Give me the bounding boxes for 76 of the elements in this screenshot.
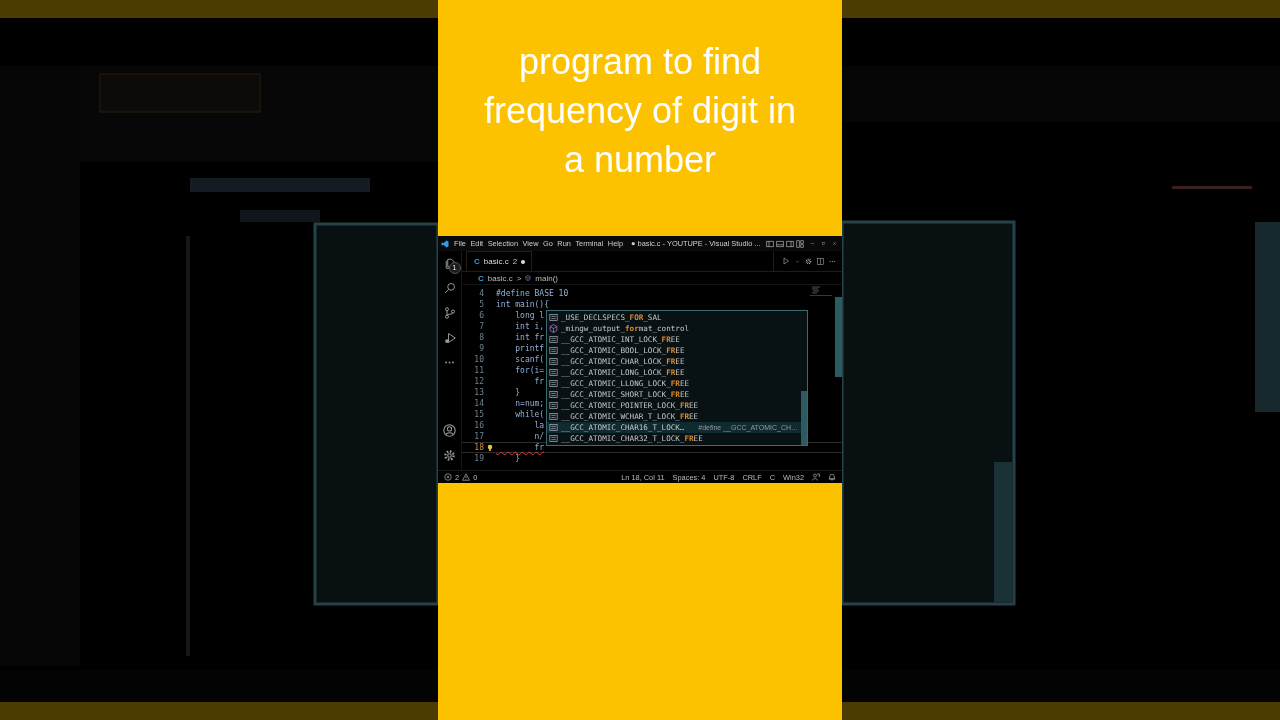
cube-icon [525, 275, 532, 281]
constant-icon [549, 368, 558, 377]
line-number: 10 [473, 355, 484, 364]
code-line: #define BASE 10 [496, 289, 569, 298]
account-icon[interactable] [443, 424, 456, 437]
constant-icon [549, 357, 558, 366]
warning-icon[interactable] [462, 473, 471, 481]
constant-icon [549, 313, 558, 322]
breadcrumb-item[interactable]: basic.c [487, 273, 513, 283]
line-number: 18 [473, 443, 484, 452]
branch-icon[interactable] [443, 307, 456, 319]
notification-badge: 1 [448, 262, 461, 274]
line-number: 6 [478, 311, 484, 320]
split-editor-icon[interactable] [817, 257, 824, 265]
panel-bottom-icon[interactable] [775, 239, 784, 248]
close-icon[interactable] [831, 241, 837, 246]
file-type-label: C [474, 257, 480, 266]
constant-icon [549, 423, 558, 432]
code-line: n/ [533, 432, 545, 441]
code-line: for(i= [514, 366, 545, 375]
line-number: 5 [478, 300, 484, 309]
code-line: la [533, 421, 545, 430]
line-number: 8 [478, 333, 484, 342]
code-line: } [514, 388, 521, 397]
code-line: } [514, 454, 521, 463]
code-line: n=num; [514, 399, 545, 408]
code-line: int i, [514, 322, 545, 331]
constant-icon [549, 412, 558, 421]
run-icon[interactable] [782, 257, 790, 265]
code-line: while( [514, 410, 545, 419]
line-number: 12 [473, 377, 484, 386]
line-number: 15 [473, 410, 484, 419]
panel-right-icon[interactable] [785, 239, 794, 248]
lightbulb-icon[interactable] [486, 443, 494, 452]
constant-icon [549, 390, 558, 399]
code-line: fr [533, 443, 545, 452]
constant-icon [549, 379, 558, 388]
feedback-icon[interactable] [812, 473, 820, 481]
bell-icon[interactable] [828, 473, 836, 481]
constant-icon [549, 401, 558, 410]
breadcrumb-separator: > [516, 273, 522, 283]
scrollbar-thumb[interactable] [835, 297, 842, 377]
maximize-icon[interactable] [820, 241, 826, 246]
layout-icon[interactable] [795, 239, 804, 248]
video-title: program to find frequency of digit in a number [483, 39, 797, 182]
cube-icon [549, 324, 558, 333]
code-line: int fr [514, 333, 545, 342]
code-line: printf [514, 344, 545, 353]
file-type-label: C [478, 273, 484, 283]
line-number: 17 [473, 432, 484, 441]
file-name: basic.c [483, 257, 509, 266]
line-number: 13 [473, 388, 484, 397]
code-line: long l [514, 311, 545, 320]
run-debug-icon[interactable] [443, 332, 456, 344]
search-icon[interactable] [443, 282, 456, 294]
editor-tab[interactable]: C basic.c 2 [466, 251, 533, 271]
line-number: 16 [473, 421, 484, 430]
line-number: 7 [478, 322, 484, 331]
line-number: 4 [478, 289, 484, 298]
scrollbar-thumb[interactable] [801, 391, 807, 445]
line-number: 14 [473, 399, 484, 408]
line-number: 11 [473, 366, 484, 375]
constant-icon [549, 335, 558, 344]
line-number: 19 [473, 454, 484, 463]
panel-left-icon[interactable] [765, 239, 774, 248]
line-number: 9 [478, 344, 484, 353]
breadcrumb-item[interactable]: main() [535, 273, 559, 283]
minimap-drawing [808, 286, 834, 296]
code-line: int main(){ [496, 300, 549, 309]
code-line: fr [533, 377, 545, 386]
app-logo-icon [441, 239, 449, 248]
problem-count: 2 [512, 257, 518, 266]
code-line: scanf( [514, 355, 545, 364]
constant-icon [549, 346, 558, 355]
constant-icon [549, 434, 558, 443]
files-icon[interactable] [443, 257, 456, 269]
